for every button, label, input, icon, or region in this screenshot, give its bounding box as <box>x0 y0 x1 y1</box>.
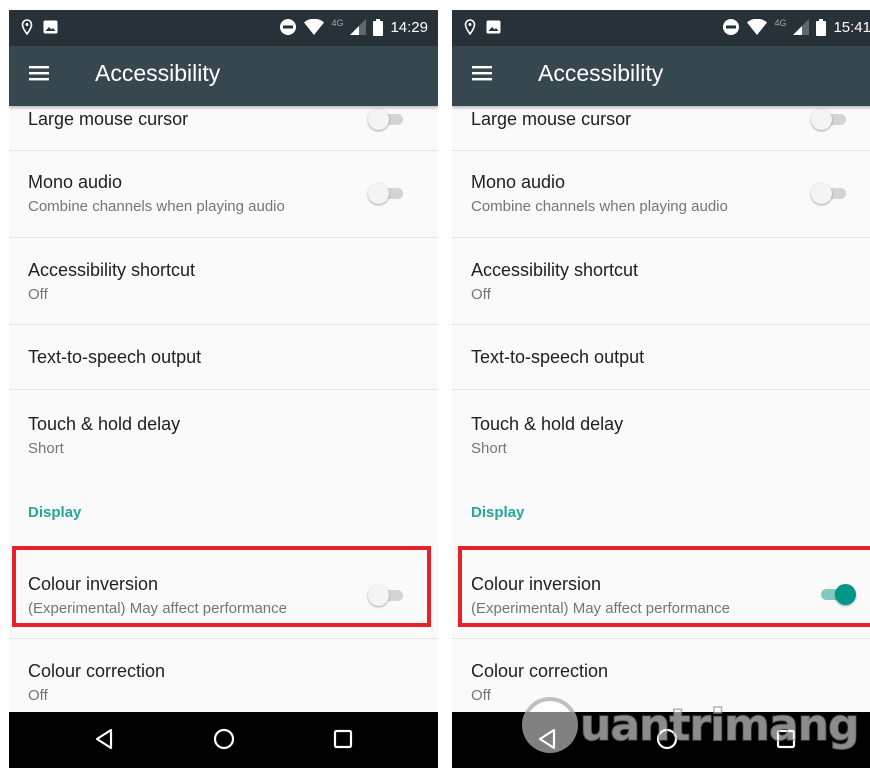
status-bar: 4G 14:29 <box>9 10 438 46</box>
mono-audio-toggle[interactable] <box>368 182 406 204</box>
phone-screen-right: 4G 15:41 Accessibility Large mouse curso… <box>452 10 870 768</box>
app-bar: Accessibility <box>9 46 438 106</box>
setting-title: Accessibility shortcut <box>471 260 639 280</box>
setting-subtitle: Off <box>471 687 491 704</box>
cell-signal-icon <box>793 19 810 35</box>
menu-icon[interactable] <box>29 65 49 81</box>
setting-touch-hold-delay[interactable]: Touch & hold delay Short <box>9 389 438 478</box>
watermark-text: uantrimang <box>579 699 860 752</box>
mono-audio-toggle[interactable] <box>811 182 849 204</box>
watermark: uantrimang <box>522 690 860 760</box>
network-type-label: 4G <box>331 18 344 28</box>
page-title: Accessibility <box>95 60 221 86</box>
recents-icon[interactable] <box>332 728 354 750</box>
wifi-icon <box>747 19 768 35</box>
large-mouse-cursor-toggle[interactable] <box>811 108 849 130</box>
setting-subtitle: Off <box>28 286 48 303</box>
image-icon <box>486 20 501 34</box>
setting-title: Large mouse cursor <box>471 109 632 129</box>
setting-large-mouse-cursor[interactable]: Large mouse cursor <box>9 106 438 151</box>
phone-screen-left: 4G 14:29 Accessibility Large mouse curso… <box>9 10 438 768</box>
setting-title: Large mouse cursor <box>28 109 189 129</box>
lightbulb-logo-icon <box>522 697 578 753</box>
setting-accessibility-shortcut[interactable]: Accessibility shortcut Off <box>452 237 870 325</box>
large-mouse-cursor-toggle[interactable] <box>368 108 406 130</box>
setting-title: Touch & hold delay <box>471 414 624 434</box>
setting-title: Touch & hold delay <box>28 414 181 434</box>
clock: 14:29 <box>390 18 428 36</box>
setting-large-mouse-cursor[interactable]: Large mouse cursor <box>452 106 870 151</box>
setting-touch-hold-delay[interactable]: Touch & hold delay Short <box>452 389 870 478</box>
clock: 15:41 <box>833 18 870 36</box>
app-bar: Accessibility <box>452 46 870 106</box>
setting-subtitle: Off <box>471 286 491 303</box>
setting-title: Text-to-speech output <box>471 347 645 367</box>
wifi-icon <box>304 19 325 35</box>
menu-icon[interactable] <box>472 65 492 81</box>
section-header-display: Display <box>28 504 82 521</box>
status-bar: 4G 15:41 <box>452 10 870 46</box>
section-header-display: Display <box>471 504 525 521</box>
setting-text-to-speech[interactable]: Text-to-speech output <box>9 324 438 390</box>
setting-subtitle: Short <box>471 440 507 457</box>
setting-title: Colour correction <box>28 661 166 681</box>
setting-title: Mono audio <box>471 172 566 192</box>
battery-icon <box>816 18 827 36</box>
battery-icon <box>373 18 384 36</box>
setting-mono-audio[interactable]: Mono audio Combine channels when playing… <box>9 150 438 238</box>
do-not-disturb-icon <box>723 19 740 35</box>
setting-title: Accessibility shortcut <box>28 260 196 280</box>
setting-title: Mono audio <box>28 172 123 192</box>
setting-text-to-speech[interactable]: Text-to-speech output <box>452 324 870 390</box>
home-icon[interactable] <box>213 728 235 750</box>
cell-signal-icon <box>350 19 367 35</box>
back-icon[interactable] <box>93 728 115 750</box>
highlight-box <box>12 546 431 627</box>
setting-subtitle: Combine channels when playing audio <box>28 198 285 215</box>
location-pin-icon <box>464 19 476 35</box>
setting-accessibility-shortcut[interactable]: Accessibility shortcut Off <box>9 237 438 325</box>
setting-subtitle: Combine channels when playing audio <box>471 198 728 215</box>
highlight-box <box>458 546 870 627</box>
page-title: Accessibility <box>538 60 664 86</box>
setting-subtitle: Off <box>28 687 48 704</box>
network-type-label: 4G <box>774 18 787 28</box>
location-pin-icon <box>21 19 33 35</box>
image-icon <box>43 20 58 34</box>
setting-subtitle: Short <box>28 440 64 457</box>
do-not-disturb-icon <box>280 19 297 35</box>
setting-mono-audio[interactable]: Mono audio Combine channels when playing… <box>452 150 870 238</box>
setting-colour-correction[interactable]: Colour correction Off <box>9 638 438 718</box>
setting-title: Text-to-speech output <box>28 347 202 367</box>
navigation-bar <box>9 712 438 768</box>
setting-title: Colour correction <box>471 661 609 681</box>
